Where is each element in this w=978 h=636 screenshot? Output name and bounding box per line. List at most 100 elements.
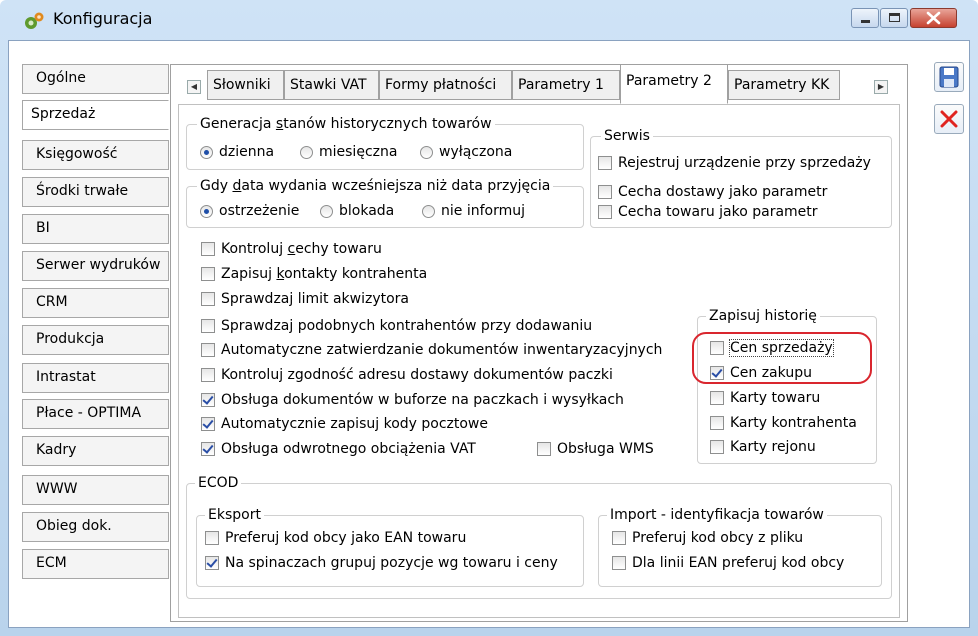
tab-formy-platnosci[interactable]: Formy płatności xyxy=(379,70,512,100)
checkbox-kontroluj-cechy[interactable]: Kontroluj cechy towaru xyxy=(201,241,382,257)
radio-label: dzienna xyxy=(219,144,275,160)
sidebar-item-serwer-wydrukow[interactable]: Serwer wydruków xyxy=(22,251,169,281)
checkbox[interactable] xyxy=(201,242,215,256)
checkbox[interactable] xyxy=(612,556,626,570)
checkbox[interactable] xyxy=(598,205,612,219)
maximize-icon xyxy=(889,13,900,22)
tab-label: Słowniki xyxy=(213,77,271,93)
tabs-scroll-right-button[interactable]: ▶ xyxy=(874,80,888,94)
checkbox[interactable] xyxy=(201,393,215,407)
radio-dzienna[interactable]: dzienna xyxy=(200,144,274,160)
radio-button[interactable] xyxy=(420,145,433,159)
checkbox-ean-kod-obcy[interactable]: Dla linii EAN preferuj kod obcy xyxy=(612,555,844,571)
checkbox[interactable] xyxy=(710,391,724,405)
sidebar-item-label: Ogólne xyxy=(36,70,86,86)
checkbox-label: Cecha dostawy jako parametr xyxy=(618,184,828,200)
checkbox-label: Dla linii EAN preferuj kod obcy xyxy=(632,555,845,571)
sidebar-item-intrastat[interactable]: Intrastat xyxy=(22,363,169,393)
radio-button[interactable] xyxy=(200,204,213,218)
tab-slowniki[interactable]: Słowniki xyxy=(207,70,284,100)
radio-wylaczona[interactable]: wyłączona xyxy=(420,144,512,160)
checkbox-zgodnosc-adresu[interactable]: Kontroluj zgodność adresu dostawy dokume… xyxy=(201,367,613,383)
checkbox-cecha-dostawy[interactable]: Cecha dostawy jako parametr xyxy=(598,184,827,200)
checkbox[interactable] xyxy=(537,442,551,456)
tab-parametry-kk[interactable]: Parametry KK xyxy=(728,70,840,100)
sidebar-item-bi[interactable]: BI xyxy=(22,214,169,244)
checkbox[interactable] xyxy=(201,442,215,456)
checkbox[interactable] xyxy=(201,343,215,357)
radio-label: ostrzeżenie xyxy=(219,203,300,219)
checkbox-karty-kontrahenta[interactable]: Karty kontrahenta xyxy=(710,415,857,431)
tab-stawki-vat[interactable]: Stawki VAT xyxy=(284,70,379,100)
checkbox-label: Karty rejonu xyxy=(730,439,816,455)
sidebar-item-obieg-dok[interactable]: Obieg dok. xyxy=(22,512,169,542)
checkbox[interactable] xyxy=(710,440,724,454)
checkbox-label: Karty kontrahenta xyxy=(730,415,857,431)
sidebar-item-ksiegowosc[interactable]: Księgowość xyxy=(22,140,169,170)
title-bar[interactable]: Konfiguracja xyxy=(0,0,978,40)
checkbox[interactable] xyxy=(201,417,215,431)
checkbox[interactable] xyxy=(201,368,215,382)
tab-label: Parametry 1 xyxy=(518,77,604,93)
sidebar-item-www[interactable]: WWW xyxy=(22,475,169,505)
checkbox[interactable] xyxy=(710,416,724,430)
radio-button[interactable] xyxy=(300,145,313,159)
sidebar-item-label: Księgowość xyxy=(36,146,118,162)
checkbox-spinacze-grupuj[interactable]: Na spinaczach grupuj pozycje wg towaru i… xyxy=(205,555,558,571)
radio-blokada[interactable]: blokada xyxy=(320,203,394,219)
radio-nie-informuj[interactable]: nie informuj xyxy=(422,203,525,219)
group-legend: Serwis xyxy=(601,128,653,144)
cancel-button[interactable] xyxy=(934,104,964,134)
tabs-scroll-left-button[interactable]: ◀ xyxy=(187,80,201,94)
sidebar-item-crm[interactable]: CRM xyxy=(22,288,169,318)
window-title: Konfiguracja xyxy=(53,9,153,28)
checkbox[interactable] xyxy=(612,531,626,545)
sidebar-item-label: Kadry xyxy=(36,442,77,458)
checkbox[interactable] xyxy=(598,156,612,170)
radio-miesieczna[interactable]: miesięczna xyxy=(300,144,397,160)
checkbox[interactable] xyxy=(598,185,612,199)
sidebar-item-sprzedaz[interactable]: Sprzedaż xyxy=(22,100,169,130)
tab-parametry-1[interactable]: Parametry 1 xyxy=(512,70,620,100)
checkbox-karty-rejonu[interactable]: Karty rejonu xyxy=(710,439,816,455)
checkbox-limit-akwizytora[interactable]: Sprawdzaj limit akwizytora xyxy=(201,291,409,307)
configuration-window: Konfiguracja Ogólne Sprzedaż Księgowość … xyxy=(0,0,978,636)
sidebar-item-label: Obieg dok. xyxy=(36,518,112,534)
sidebar-item-produkcja[interactable]: Produkcja xyxy=(22,325,169,355)
checkbox-zapisuj-kontakty[interactable]: Zapisuj kontakty kontrahenta xyxy=(201,266,427,282)
chevron-left-icon: ◀ xyxy=(190,82,198,91)
radio-button[interactable] xyxy=(422,204,435,218)
checkbox[interactable] xyxy=(205,531,219,545)
checkbox[interactable] xyxy=(201,292,215,306)
floppy-disk-icon xyxy=(939,66,959,88)
checkbox-cecha-towaru[interactable]: Cecha towaru jako parametr xyxy=(598,204,818,220)
radio-ostrzezenie[interactable]: ostrzeżenie xyxy=(200,203,299,219)
checkbox-odwrotne-obciazenie[interactable]: Obsługa odwrotnego obciążenia VAT xyxy=(201,441,476,457)
checkbox-bufor-paczki[interactable]: Obsługa dokumentów w buforze na paczkach… xyxy=(201,392,624,408)
checkbox-obsluga-wms[interactable]: Obsługa WMS xyxy=(537,441,654,457)
checkbox-podobni-kontrahenci[interactable]: Sprawdzaj podobnych kontrahentów przy do… xyxy=(201,318,592,334)
checkbox-kod-obcy-z-pliku[interactable]: Preferuj kod obcy z pliku xyxy=(612,530,803,546)
sidebar-item-kadry[interactable]: Kadry xyxy=(22,436,169,466)
maximize-button[interactable] xyxy=(880,8,908,28)
tab-label: Parametry 2 xyxy=(626,73,712,89)
checkbox-label: Karty towaru xyxy=(730,390,821,406)
sidebar-item-srodki-trwale[interactable]: Środki trwałe xyxy=(22,177,169,207)
tab-parametry-2[interactable]: Parametry 2 xyxy=(620,64,728,104)
checkbox-kod-obcy-ean[interactable]: Preferuj kod obcy jako EAN towaru xyxy=(205,530,466,546)
checkbox-karty-towaru[interactable]: Karty towaru xyxy=(710,390,820,406)
checkbox[interactable] xyxy=(201,319,215,333)
sidebar-item-ogolne[interactable]: Ogólne xyxy=(22,64,169,94)
checkbox-rejestruj-urzadzenie[interactable]: Rejestruj urządzenie przy sprzedaży xyxy=(598,155,871,171)
checkbox-kody-pocztowe[interactable]: Automatycznie zapisuj kody pocztowe xyxy=(201,416,488,432)
save-button[interactable] xyxy=(934,62,964,92)
minimize-button[interactable] xyxy=(851,8,879,28)
close-window-button[interactable] xyxy=(910,8,957,28)
sidebar-item-ecm[interactable]: ECM xyxy=(22,549,169,579)
checkbox[interactable] xyxy=(201,267,215,281)
checkbox[interactable] xyxy=(205,556,219,570)
sidebar-item-place-optima[interactable]: Płace - OPTIMA xyxy=(22,399,169,429)
radio-button[interactable] xyxy=(200,145,213,159)
checkbox-zatwierdzanie-inwentaryzacyjnych[interactable]: Automatyczne zatwierdzanie dokumentów in… xyxy=(201,342,662,358)
radio-button[interactable] xyxy=(320,204,333,218)
